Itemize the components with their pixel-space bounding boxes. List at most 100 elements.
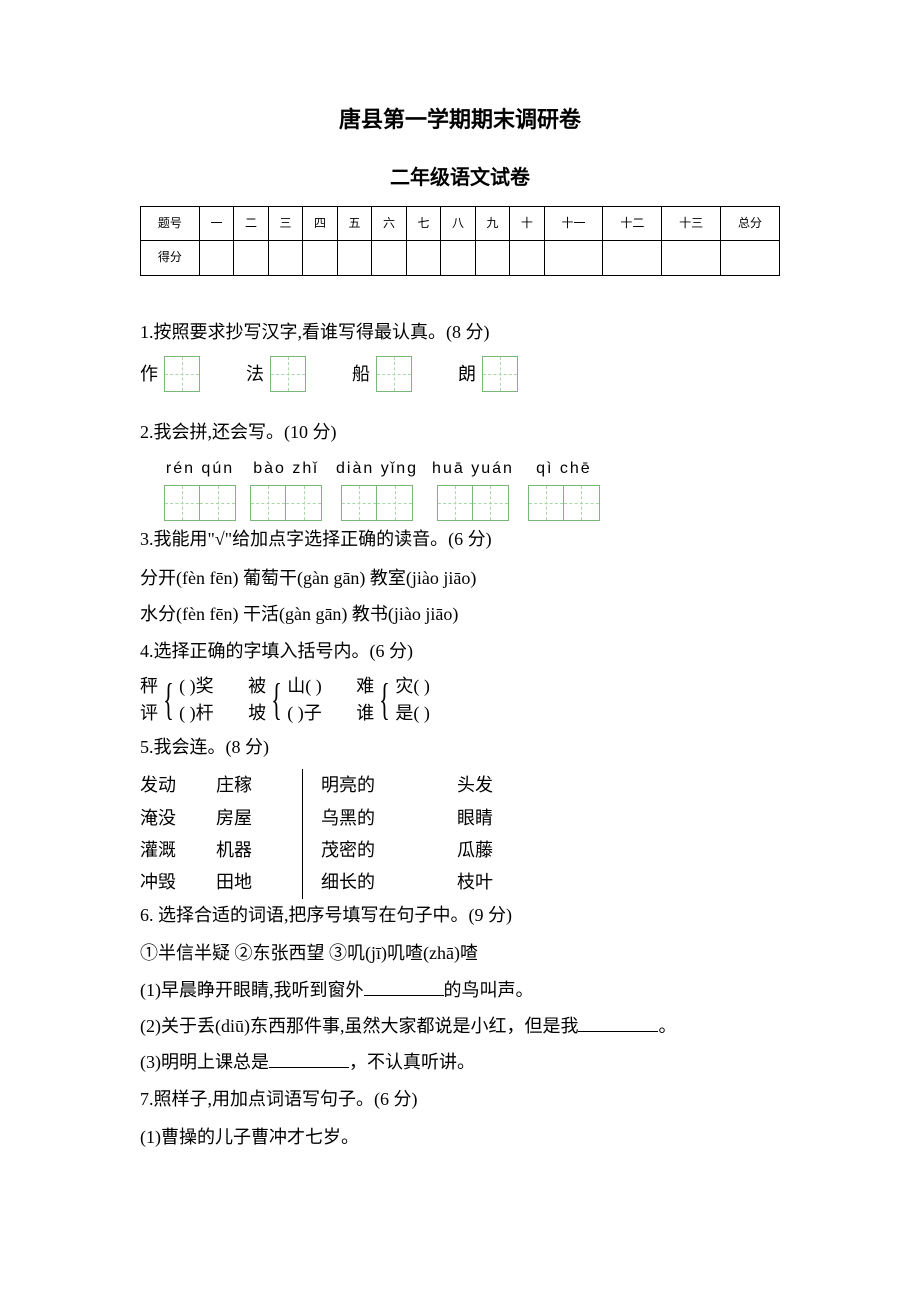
q4-option: ( )子 bbox=[287, 700, 322, 727]
q6-line3: (3)明明上课总是，不认真听讲。 bbox=[140, 1046, 780, 1078]
q4-text: 4.选择正确的字填入括号内。(6 分) bbox=[140, 635, 780, 667]
score-cell[interactable] bbox=[234, 241, 268, 276]
q4-char: 坡 bbox=[248, 700, 266, 727]
q5-word: 房屋 bbox=[216, 802, 276, 834]
q6-segment: 。 bbox=[658, 1016, 676, 1036]
q5-word: 发动 bbox=[140, 769, 200, 801]
q5-word: 细长的 bbox=[321, 866, 401, 898]
q4-option: ( )奖 bbox=[179, 673, 214, 700]
fill-blank[interactable] bbox=[364, 978, 444, 996]
score-header: 题号 bbox=[141, 206, 200, 241]
pinyin-label: bào zhǐ bbox=[253, 455, 319, 484]
q4-char: 被 bbox=[248, 673, 266, 700]
q5-word: 冲毁 bbox=[140, 866, 200, 898]
score-cell[interactable] bbox=[337, 241, 371, 276]
score-cell[interactable] bbox=[721, 241, 780, 276]
writing-grid-box[interactable] bbox=[437, 485, 473, 521]
q1-char: 法 bbox=[246, 358, 264, 390]
q1-char: 朗 bbox=[458, 358, 476, 390]
q5-word: 庄稼 bbox=[216, 769, 276, 801]
score-cell[interactable] bbox=[303, 241, 337, 276]
writing-grid-box[interactable] bbox=[376, 356, 412, 392]
pinyin-label: rén qún bbox=[166, 455, 234, 484]
q7-line1: (1)曹操的儿子曹冲才七岁。 bbox=[140, 1121, 780, 1153]
score-cell[interactable] bbox=[199, 241, 233, 276]
score-cell[interactable] bbox=[662, 241, 721, 276]
score-cell[interactable] bbox=[475, 241, 509, 276]
q5-word: 眼睛 bbox=[457, 802, 517, 834]
brace-icon: { bbox=[271, 678, 282, 722]
q4-char: 谁 bbox=[356, 700, 374, 727]
q5-word: 灌溉 bbox=[140, 834, 200, 866]
q3-text: 3.我能用"√"给加点字选择正确的读音。(6 分) bbox=[140, 523, 780, 555]
score-header: 一 bbox=[199, 206, 233, 241]
score-cell[interactable] bbox=[603, 241, 662, 276]
vertical-divider bbox=[302, 769, 303, 899]
writing-grid-box[interactable] bbox=[200, 485, 236, 521]
q4-char: 难 bbox=[356, 673, 374, 700]
page-title: 唐县第一学期期末调研卷 bbox=[140, 100, 780, 140]
fill-blank[interactable] bbox=[578, 1014, 658, 1032]
q5-word: 田地 bbox=[216, 866, 276, 898]
writing-grid-box[interactable] bbox=[482, 356, 518, 392]
q5-word: 明亮的 bbox=[321, 769, 401, 801]
page-subtitle: 二年级语文试卷 bbox=[140, 160, 780, 196]
q5-text: 5.我会连。(8 分) bbox=[140, 731, 780, 763]
q5-content: 发动 淹没 灌溉 冲毁 庄稼 房屋 机器 田地 明亮的 乌黑的 茂密的 细长的 … bbox=[140, 769, 780, 899]
score-cell[interactable] bbox=[510, 241, 544, 276]
q6-options: ①半信半疑 ②东张西望 ③叽(jī)叽喳(zhā)喳 bbox=[140, 937, 780, 969]
score-cell[interactable] bbox=[544, 241, 603, 276]
writing-grid-box[interactable] bbox=[473, 485, 509, 521]
q3-line: 分开(fèn fēn) 葡萄干(gàn gān) 教室(jiào jiāo) bbox=[140, 562, 780, 594]
q6-text: 6. 选择合适的词语,把序号填写在句子中。(9 分) bbox=[140, 899, 780, 931]
q1-text: 1.按照要求抄写汉字,看谁写得最认真。(8 分) bbox=[140, 316, 780, 348]
q5-word: 茂密的 bbox=[321, 834, 401, 866]
writing-grid-box[interactable] bbox=[164, 356, 200, 392]
q4-char: 秤 bbox=[140, 673, 158, 700]
q6-segment: (1)早晨睁开眼睛,我听到窗外 bbox=[140, 980, 364, 1000]
q4-option: ( )杆 bbox=[179, 700, 214, 727]
pinyin-label: diàn yǐng bbox=[336, 455, 418, 484]
q6-segment: ，不认真听讲。 bbox=[349, 1052, 475, 1072]
q2-text: 2.我会拼,还会写。(10 分) bbox=[140, 416, 780, 448]
pinyin-label: huā yuán bbox=[432, 455, 514, 484]
score-header: 二 bbox=[234, 206, 268, 241]
score-header: 十 bbox=[510, 206, 544, 241]
q1-chars: 作 法 船 朗 bbox=[140, 356, 780, 392]
writing-grid-box[interactable] bbox=[377, 485, 413, 521]
pinyin-label: qì chē bbox=[536, 455, 592, 484]
score-header: 三 bbox=[268, 206, 302, 241]
q7-text: 7.照样子,用加点词语写句子。(6 分) bbox=[140, 1083, 780, 1115]
score-cell[interactable] bbox=[406, 241, 440, 276]
score-row-label: 得分 bbox=[141, 241, 200, 276]
q5-word: 枝叶 bbox=[457, 866, 517, 898]
writing-grid-box[interactable] bbox=[250, 485, 286, 521]
writing-grid-box[interactable] bbox=[341, 485, 377, 521]
score-header: 八 bbox=[441, 206, 475, 241]
score-header: 十一 bbox=[544, 206, 603, 241]
writing-grid-box[interactable] bbox=[164, 485, 200, 521]
q2-pinyin-row: rén qún bào zhǐ diàn yǐng huā yuán qì ch… bbox=[140, 455, 780, 522]
score-header: 五 bbox=[337, 206, 371, 241]
score-header: 七 bbox=[406, 206, 440, 241]
q1-char: 作 bbox=[140, 358, 158, 390]
score-cell[interactable] bbox=[372, 241, 406, 276]
score-cell[interactable] bbox=[268, 241, 302, 276]
fill-blank[interactable] bbox=[269, 1050, 349, 1068]
q6-segment: 的鸟叫声。 bbox=[444, 980, 534, 1000]
q4-option: 是( ) bbox=[395, 700, 430, 727]
writing-grid-box[interactable] bbox=[564, 485, 600, 521]
q5-word: 乌黑的 bbox=[321, 802, 401, 834]
score-header-row: 题号 一 二 三 四 五 六 七 八 九 十 十一 十二 十三 总分 bbox=[141, 206, 780, 241]
writing-grid-box[interactable] bbox=[286, 485, 322, 521]
score-header: 四 bbox=[303, 206, 337, 241]
q3-line: 水分(fèn fēn) 干活(gàn gān) 教书(jiào jiāo) bbox=[140, 598, 780, 630]
score-header: 十二 bbox=[603, 206, 662, 241]
q6-line1: (1)早晨睁开眼睛,我听到窗外 的鸟叫声。 bbox=[140, 974, 780, 1006]
writing-grid-box[interactable] bbox=[528, 485, 564, 521]
q4-char: 评 bbox=[140, 700, 158, 727]
score-header: 六 bbox=[372, 206, 406, 241]
score-cell[interactable] bbox=[441, 241, 475, 276]
writing-grid-box[interactable] bbox=[270, 356, 306, 392]
score-value-row: 得分 bbox=[141, 241, 780, 276]
